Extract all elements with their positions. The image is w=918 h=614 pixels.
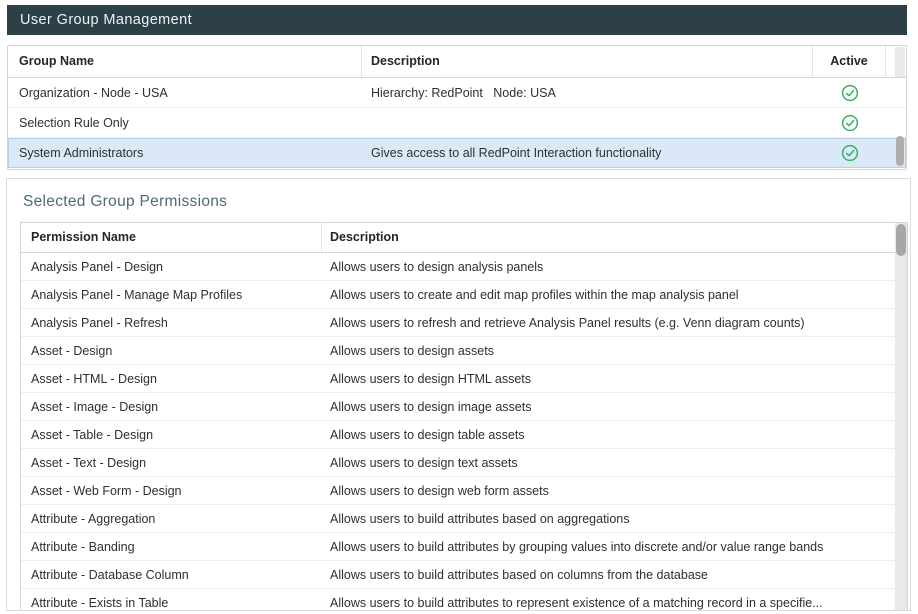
permission-description-cell: Allows users to build attributes based o… [322,568,907,582]
permission-name-cell: Analysis Panel - Refresh [21,316,322,330]
permission-name-cell: Asset - Design [21,344,322,358]
permission-description-cell: Allows users to design assets [322,344,907,358]
column-header-description[interactable]: Description [362,46,813,77]
permission-row[interactable]: Asset - DesignAllows users to design ass… [21,337,907,365]
permission-description-cell: Allows users to design web form assets [322,484,907,498]
permission-name-cell: Attribute - Exists in Table [21,596,322,610]
permission-name-cell: Asset - Image - Design [21,400,322,414]
permission-description-cell: Allows users to build attributes to repr… [322,596,907,610]
group-row[interactable]: System AdministratorsGives access to all… [8,138,906,168]
permission-row[interactable]: Asset - Table - DesignAllows users to de… [21,421,907,449]
permission-name-cell: Asset - Text - Design [21,456,322,470]
permission-row[interactable]: Asset - Text - DesignAllows users to des… [21,449,907,477]
circle-check-icon [813,84,886,102]
permissions-scrollbar-track[interactable] [895,223,907,611]
group-table-header: Group Name Description Active [8,46,906,78]
column-header-group-name[interactable]: Group Name [8,46,362,77]
page-title: User Group Management [7,5,907,35]
permission-row[interactable]: Analysis Panel - RefreshAllows users to … [21,309,907,337]
column-header-active[interactable]: Active [813,46,886,77]
permission-name-cell: Attribute - Database Column [21,568,322,582]
permission-row[interactable]: Attribute - Exists in TableAllows users … [21,589,907,611]
permission-row[interactable]: Attribute - BandingAllows users to build… [21,533,907,561]
column-header-permission-description[interactable]: Description [322,223,907,252]
permissions-table-body: Analysis Panel - DesignAllows users to d… [21,253,907,611]
permissions-scrollbar-thumb[interactable] [896,224,906,256]
permission-description-cell: Allows users to design table assets [322,428,907,442]
permission-row[interactable]: Analysis Panel - Manage Map ProfilesAllo… [21,281,907,309]
group-table: Group Name Description Active Organizati… [7,45,907,170]
permission-description-cell: Allows users to build attributes by grou… [322,540,907,554]
permission-name-cell: Analysis Panel - Manage Map Profiles [21,288,322,302]
permission-row[interactable]: Asset - HTML - DesignAllows users to des… [21,365,907,393]
permission-description-cell: Allows users to create and edit map prof… [322,288,907,302]
permissions-table-header: Permission Name Description [21,223,907,253]
permission-row[interactable]: Attribute - Database ColumnAllows users … [21,561,907,589]
permission-description-cell: Allows users to design text assets [322,456,907,470]
permission-name-cell: Analysis Panel - Design [21,260,322,274]
permission-description-cell: Allows users to build attributes based o… [322,512,907,526]
group-name-cell: Organization - Node - USA [8,86,362,100]
permission-description-cell: Allows users to refresh and retrieve Ana… [322,316,907,330]
permission-row[interactable]: Analysis Panel - DesignAllows users to d… [21,253,907,281]
permission-description-cell: Allows users to design image assets [322,400,907,414]
section-heading: Selected Group Permissions [23,193,910,211]
scrollbar-spacer [895,47,905,77]
permission-name-cell: Asset - Table - Design [21,428,322,442]
group-table-scrollbar-thumb[interactable] [896,136,904,166]
permission-row[interactable]: Asset - Image - DesignAllows users to de… [21,393,907,421]
group-name-cell: System Administrators [8,146,362,160]
permission-description-cell: Allows users to design analysis panels [322,260,907,274]
group-description-cell: Gives access to all RedPoint Interaction… [362,146,813,160]
circle-check-icon [813,114,886,132]
permission-name-cell: Asset - Web Form - Design [21,484,322,498]
permission-description-cell: Allows users to design HTML assets [322,372,907,386]
group-table-body: Organization - Node - USAHierarchy: RedP… [8,78,906,168]
circle-check-icon [813,144,886,162]
column-header-permission-name[interactable]: Permission Name [21,223,322,252]
group-description-cell: Hierarchy: RedPoint Node: USA [362,86,813,100]
permission-name-cell: Attribute - Banding [21,540,322,554]
permission-name-cell: Asset - HTML - Design [21,372,322,386]
permission-name-cell: Attribute - Aggregation [21,512,322,526]
group-name-cell: Selection Rule Only [8,116,362,130]
selected-group-permissions-panel: Selected Group Permissions Permission Na… [6,178,911,611]
permission-row[interactable]: Asset - Web Form - DesignAllows users to… [21,477,907,505]
permissions-table: Permission Name Description Analysis Pan… [20,222,908,611]
group-row[interactable]: Selection Rule Only [8,108,906,138]
group-row[interactable]: Organization - Node - USAHierarchy: RedP… [8,78,906,108]
permission-row[interactable]: Attribute - AggregationAllows users to b… [21,505,907,533]
